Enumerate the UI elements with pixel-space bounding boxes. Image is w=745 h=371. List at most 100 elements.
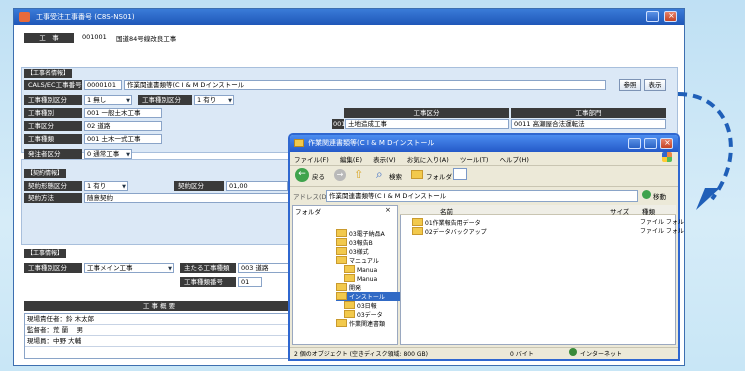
dashed-arrow-icon	[677, 92, 733, 210]
header-code: 001001	[82, 33, 107, 41]
table-row-c2[interactable]: 0011 高瀬屋合法運転法	[511, 119, 666, 129]
menu-tools[interactable]: ツール(T)	[460, 156, 489, 164]
tree-item[interactable]: Manua	[336, 265, 400, 274]
search-icon[interactable]: ⌕	[376, 167, 383, 182]
section-project-title: 【工事名情報】	[24, 69, 73, 78]
row4-label: 工事区分	[24, 121, 82, 131]
col-name[interactable]: 名前	[440, 206, 453, 216]
list-item[interactable]: 02データバックアップ	[412, 227, 487, 236]
folder-label[interactable]: フォルダ	[426, 171, 452, 181]
up-folder-icon[interactable]: ⇧	[354, 169, 366, 181]
tree-item[interactable]: Manua	[336, 274, 400, 283]
row9-label: 工事種別区分	[24, 263, 82, 273]
back-arrow-icon[interactable]: ←	[295, 168, 309, 182]
header-label: 工 事	[24, 33, 74, 43]
row5-label: 工事種類	[24, 134, 82, 144]
tree-item[interactable]: 作業関連書類	[336, 319, 400, 328]
explorer-title: 作業関連書類等(C I & M Dインストール	[308, 139, 435, 147]
row7-select[interactable]: 1 有り	[84, 181, 128, 191]
cals-name-field[interactable]: 作業関連書類等(C I & M Dインストール	[124, 80, 606, 90]
close-icon[interactable]: ×	[660, 138, 673, 149]
tree-item[interactable]: マニュアル	[336, 256, 400, 265]
row6-select[interactable]: 0 通常工事	[84, 149, 132, 159]
folders-icon[interactable]	[411, 170, 423, 179]
row8-field[interactable]: 随意契約	[84, 193, 290, 203]
back-label[interactable]: 戻る	[312, 171, 325, 181]
status-right: インターネット	[580, 351, 623, 358]
table-row-name[interactable]: 土地造成工事	[345, 119, 509, 129]
row7b-field[interactable]: 01,00	[226, 181, 288, 191]
row2-select[interactable]: 1 無し	[84, 95, 132, 105]
file-type: ファイル フォル	[640, 228, 684, 235]
table-head-1: 工事区分	[344, 108, 509, 118]
tree-item[interactable]: 03様式	[336, 247, 400, 256]
go-arrow-icon[interactable]	[642, 190, 651, 199]
close-icon[interactable]: ×	[664, 11, 677, 22]
table-row-code: 001	[332, 119, 346, 129]
main-titlebar: 工事受注工事番号 (C8S-NS01) ×	[14, 9, 684, 25]
person-line-3: 現場員：中野 大輔	[25, 336, 293, 347]
row10-field[interactable]: 01	[238, 277, 262, 287]
close-pane-icon[interactable]: ×	[385, 206, 391, 214]
tree-item[interactable]: 03日報	[336, 301, 400, 310]
file-type: ファイル フォル	[640, 219, 684, 226]
row7-label: 契約形態区分	[24, 181, 82, 191]
open-button[interactable]: 表示	[644, 79, 666, 91]
tree-item[interactable]: 03報告B	[336, 238, 400, 247]
menu-view[interactable]: 表示(V)	[373, 156, 396, 164]
summary-header: 工 事 概 要	[24, 301, 294, 311]
internet-icon	[569, 348, 577, 356]
col-type[interactable]: 種類	[642, 206, 655, 216]
section-work-title: 【工事情報】	[24, 249, 67, 258]
row7b-label: 契約区分	[174, 181, 224, 191]
minimize-icon[interactable]	[646, 11, 659, 22]
main-title: 工事受注工事番号 (C8S-NS01)	[36, 13, 135, 21]
col-size[interactable]: サイズ	[610, 206, 629, 216]
forward-arrow-icon[interactable]: →	[334, 169, 346, 181]
row9b-field[interactable]: 003 道路	[238, 263, 290, 273]
row2b-select[interactable]: 1 有り	[194, 95, 234, 105]
status-left: 2 個のオブジェクト (空きディスク領域: 800 GB)	[294, 351, 428, 358]
menu-help[interactable]: ヘルプ(H)	[500, 156, 529, 164]
section-contract-title: 【契約情報】	[24, 169, 67, 178]
app-icon	[19, 12, 30, 22]
menu-favorites[interactable]: お気に入り(A)	[407, 156, 449, 164]
tree-item[interactable]: 03電子納品A	[336, 229, 400, 238]
minimize-icon[interactable]	[628, 138, 641, 149]
person-line-1: 現場責任者：鈴 木太郎	[25, 314, 293, 325]
list-item[interactable]: 01作業報告用データ	[412, 218, 481, 227]
row4-field[interactable]: 02 道路	[84, 121, 162, 131]
row6-label: 発注者区分	[24, 149, 82, 159]
search-label[interactable]: 検索	[389, 171, 402, 181]
row3-field[interactable]: 001 一般土木工事	[84, 108, 162, 118]
menu-file[interactable]: ファイル(F)	[294, 156, 329, 164]
row10-label: 工事種類番号	[180, 277, 236, 287]
row3-label: 工事種別	[24, 108, 82, 118]
address-label: アドレス(D)	[293, 193, 330, 201]
maximize-icon[interactable]	[644, 138, 657, 149]
table-head-2: 工事部門	[511, 108, 666, 118]
tree-item[interactable]: 03データ	[336, 310, 400, 319]
go-label[interactable]: 移動	[653, 191, 666, 201]
menu-bar: ファイル(F) 編集(E) 表示(V) お気に入り(A) ツール(T) ヘルプ(…	[294, 154, 538, 164]
header-name: 国道84号線改良工事	[116, 35, 177, 43]
explorer-titlebar: 作業関連書類等(C I & M Dインストール ×	[290, 135, 678, 152]
person-line-2: 監督者：荒 蘭 男	[25, 325, 293, 336]
tree-header: フォルダ	[295, 208, 321, 216]
views-icon[interactable]	[453, 168, 467, 180]
summary-box[interactable]: 現場責任者：鈴 木太郎 監督者：荒 蘭 男 現場員：中野 大輔	[24, 313, 294, 359]
menu-edit[interactable]: 編集(E)	[340, 156, 362, 164]
row5-field[interactable]: 001 土木一式工事	[84, 134, 162, 144]
row9-select[interactable]: 工事メイン工事	[84, 263, 174, 273]
toolbar	[290, 165, 678, 187]
ref-button[interactable]: 参照	[619, 79, 641, 91]
address-field[interactable]: 作業関連書類等(C I & M Dインストール	[326, 190, 638, 202]
tree-item[interactable]: 開発	[336, 283, 400, 292]
tree-item-selected[interactable]: インストール	[336, 292, 400, 301]
cals-code-field[interactable]: 0000101	[84, 80, 122, 90]
row9b-label: 主たる工事種類	[180, 263, 236, 273]
row-cals-label: CALS/EC工事番号	[24, 80, 82, 90]
explorer-window: 作業関連書類等(C I & M Dインストール × ファイル(F) 編集(E) …	[288, 133, 684, 361]
row8-label: 契約方法	[24, 193, 82, 203]
tree-list: 03電子納品A 03報告B 03様式 マニュアル Manua Manua 開発 …	[336, 229, 400, 328]
